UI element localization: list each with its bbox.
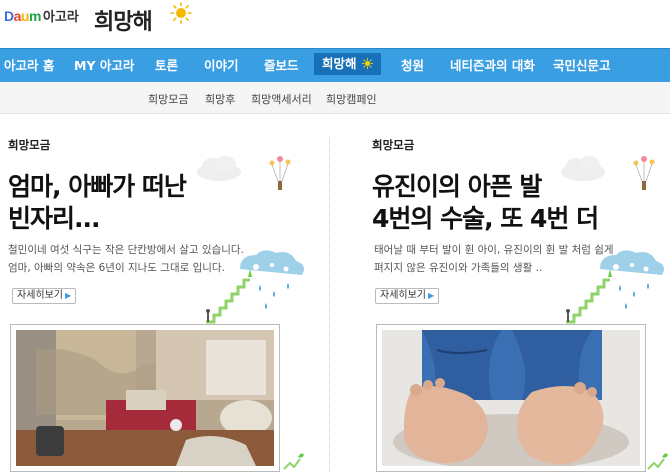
main-nav: 아고라 홈 MY 아고라 토론 이야기 즐보드 희망해 청원 네티즌과의 대화 … [0,48,670,82]
subnav-hope-after[interactable]: 희망후 [205,91,235,107]
story-headline-line2: 4번의 수술, 또 4번 더 [372,204,599,233]
story-photo[interactable] [376,324,646,472]
sub-nav: 희망모금 희망후 희망액세서리 희망캠페인 [0,82,670,114]
nav-my-agora[interactable]: MY 아고라 [74,49,134,83]
nav-netizen-talk[interactable]: 네티즌과의 대화 [450,49,535,83]
more-button[interactable]: 자세히보기 ▶ [375,288,440,304]
arrow-right-icon: ▶ [65,291,72,300]
nav-story[interactable]: 이야기 [204,49,239,83]
story-headline[interactable]: 엄마, 아빠가 떠난 빈자리... [8,171,187,235]
room-photo [16,330,274,466]
feet-photo-illustration [382,330,640,466]
main-content: 희망모금 엄마, 아빠가 떠난 빈자리... 철민이네 여섯 식구는 작은 단칸… [0,115,670,472]
subnav-hope-fundraising[interactable]: 희망모금 [148,91,188,107]
agora-logo-text[interactable]: 아고라 [43,6,79,25]
sun-icon [170,2,192,24]
sprout-icon [283,453,304,470]
story-headline-line1: 유진이의 아픈 발 [372,172,542,201]
daum-logo[interactable]: Daum [4,8,41,24]
nav-hope-label: 희망해 [322,56,357,71]
nav-debate[interactable]: 토론 [155,49,178,83]
more-button-label: 자세히보기 [380,290,426,301]
subnav-hope-accessory[interactable]: 희망액세서리 [251,91,312,107]
story-photo[interactable] [10,324,280,472]
balloon-people-icon [633,156,655,190]
stairs-cloud-illustration [566,250,664,324]
story-headline[interactable]: 유진이의 아픈 발 4번의 수술, 또 4번 더 [372,171,599,235]
nav-petition[interactable]: 청원 [401,49,424,83]
story-headline-line1: 엄마, 아빠가 떠난 [8,172,187,201]
more-button[interactable]: 자세히보기 ▶ [12,288,77,304]
more-button-label: 자세히보기 [17,290,63,301]
stairs-cloud-illustration [206,250,304,324]
story-headline-line2: 빈자리... [8,204,100,233]
sun-icon [361,58,373,69]
nav-hope[interactable]: 희망해 [314,53,381,75]
cloud-icon [197,156,241,181]
site-header: Daum 아고라 희망해 [0,0,670,48]
nav-jeulboard[interactable]: 즐보드 [264,49,299,83]
sprout-icon [647,453,668,470]
story-section-label: 희망모금 [372,138,415,152]
daum-agora-logo[interactable]: Daum 아고라 [4,6,79,25]
arrow-right-icon: ▶ [428,291,435,300]
balloon-people-icon [269,156,291,190]
story-section-label: 희망모금 [8,138,51,152]
room-photo-illustration [16,330,274,466]
nav-sinmungo[interactable]: 국민신문고 [553,49,611,83]
subnav-hope-campaign[interactable]: 희망캠페인 [326,91,377,107]
hope-logo-text[interactable]: 희망해 [94,4,153,36]
column-divider [329,137,330,472]
feet-photo [382,330,640,466]
nav-agora-home[interactable]: 아고라 홈 [4,49,54,83]
